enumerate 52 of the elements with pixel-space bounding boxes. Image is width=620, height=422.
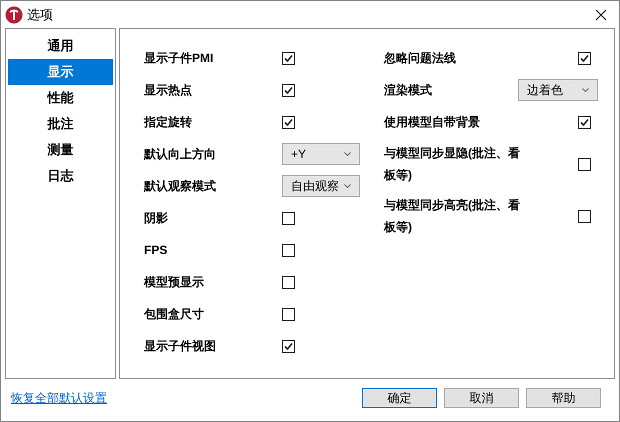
caret-icon [582, 88, 589, 92]
option-label: 阴影 [144, 210, 169, 227]
checkbox[interactable] [578, 210, 591, 222]
option-label: 与模型同步高亮(批注、看板等) [384, 197, 521, 236]
restore-defaults-link[interactable]: 恢复全部默认设置 [11, 389, 107, 407]
sidebar-item[interactable]: 性能 [8, 85, 113, 111]
sidebar-item[interactable]: 批注 [8, 111, 113, 137]
option-label: 指定旋转 [144, 114, 193, 131]
check-icon [284, 54, 293, 62]
option-label: 渲染模式 [384, 82, 433, 99]
window-title: 选项 [27, 6, 53, 24]
dropdown[interactable]: 自由观察 [282, 175, 360, 197]
sidebar-item[interactable]: 通用 [8, 33, 113, 59]
option-label: 默认观察模式 [144, 178, 217, 195]
checkbox[interactable] [282, 276, 295, 288]
dialog-button[interactable]: 取消 [444, 388, 519, 408]
dropdown[interactable]: +Y [282, 143, 360, 165]
checkbox[interactable] [282, 244, 295, 256]
checkbox[interactable] [578, 52, 591, 64]
close-icon[interactable] [595, 8, 607, 20]
option-label: 忽略问题法线 [384, 50, 457, 67]
check-icon [580, 54, 589, 62]
check-icon [580, 118, 589, 126]
option-label: 默认向上方向 [144, 146, 217, 163]
option-label: 显示热点 [144, 82, 193, 99]
option-label: 使用模型自带背景 [384, 114, 481, 131]
checkbox[interactable] [282, 52, 295, 64]
option-label: 显示子件PMI [144, 50, 214, 67]
option-label: FPS [144, 242, 168, 259]
checkbox[interactable] [282, 308, 295, 320]
sidebar-item[interactable]: 日志 [8, 163, 113, 189]
checkbox[interactable] [282, 116, 295, 128]
check-icon [284, 86, 293, 94]
caret-icon [344, 152, 351, 156]
sidebar-item[interactable]: 显示 [8, 59, 113, 85]
check-icon [284, 118, 293, 126]
option-label: 包围盒尺寸 [144, 306, 205, 323]
caret-icon [344, 184, 351, 188]
checkbox[interactable] [578, 116, 591, 128]
checkbox[interactable] [578, 158, 591, 170]
sidebar-item[interactable]: 测量 [8, 137, 113, 163]
dialog-button[interactable]: 帮助 [526, 388, 601, 408]
checkbox[interactable] [282, 212, 295, 224]
check-icon [284, 342, 293, 350]
dialog-button[interactable]: 确定 [362, 388, 437, 408]
option-label: 模型预显示 [144, 274, 205, 291]
option-label: 与模型同步显隐(批注、看板等) [384, 145, 521, 184]
option-label: 显示子件视图 [144, 338, 217, 355]
checkbox[interactable] [282, 84, 295, 96]
app-logo-icon [5, 6, 23, 24]
dropdown[interactable]: 边着色 [518, 79, 598, 101]
checkbox[interactable] [282, 340, 295, 352]
